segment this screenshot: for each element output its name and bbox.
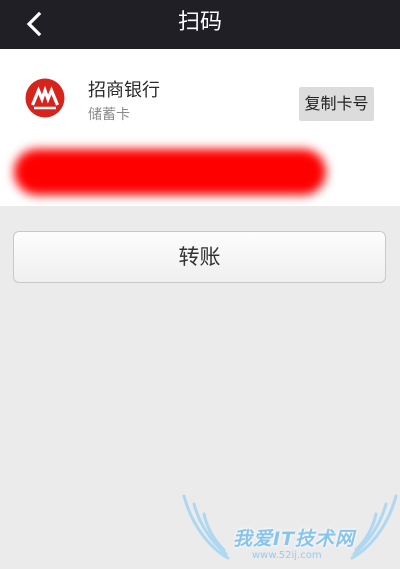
copy-card-number-button[interactable]: 复制卡号	[299, 87, 374, 121]
card-number-redacted	[14, 149, 326, 195]
watermark-text: 我爱IT技术网	[233, 528, 356, 550]
watermark-url: www.52ij.com	[252, 550, 322, 561]
card-type-label: 储蓄卡	[88, 107, 130, 123]
transfer-button[interactable]: 转账	[13, 231, 386, 283]
bank-card-panel: 招商银行 储蓄卡 复制卡号	[0, 49, 400, 206]
site-watermark: 我爱IT技术网 www.52ij.com	[180, 488, 400, 569]
page-title: 扫码	[177, 10, 222, 35]
bank-name: 招商银行	[88, 80, 160, 101]
top-navigation-bar: 扫码	[0, 0, 400, 49]
china-merchants-bank-logo	[25, 78, 65, 118]
redaction-mark	[14, 149, 326, 195]
